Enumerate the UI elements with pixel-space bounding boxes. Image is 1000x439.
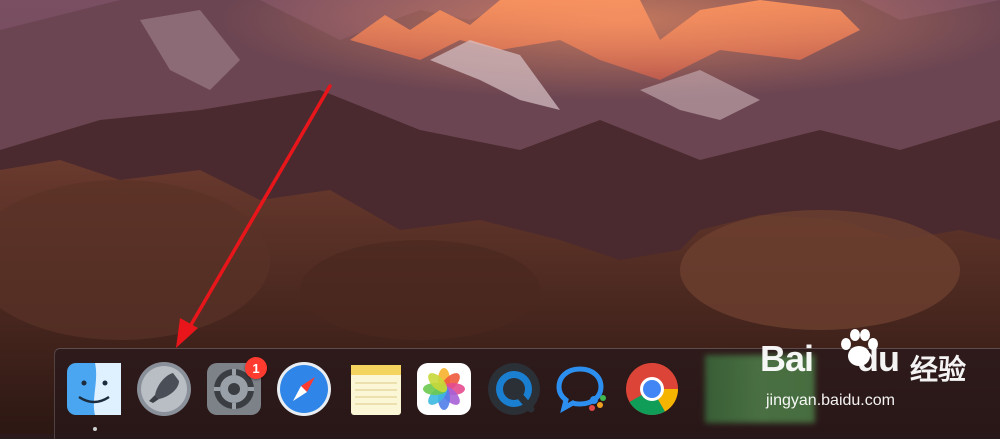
paw-logo-icon bbox=[841, 329, 878, 366]
rocket-icon bbox=[137, 362, 191, 416]
chrome-icon bbox=[626, 363, 678, 415]
dock-item-safari[interactable] bbox=[275, 359, 335, 421]
finder-icon bbox=[67, 363, 121, 415]
notification-badge: 1 bbox=[245, 357, 267, 379]
watermark-chinese-text: 经验 bbox=[910, 353, 967, 386]
photos-flower-icon bbox=[417, 363, 471, 415]
dock-item-system-preferences[interactable]: 1 bbox=[205, 357, 267, 421]
quicktime-icon bbox=[488, 363, 540, 415]
baidu-jingyan-watermark: Bai du 经验 jingyan.baidu.com bbox=[760, 322, 1000, 434]
compass-icon bbox=[277, 362, 331, 416]
dock-item-quicktime[interactable] bbox=[485, 359, 545, 421]
dock-item-finder[interactable] bbox=[65, 359, 125, 431]
dock-item-chrome[interactable] bbox=[623, 359, 683, 421]
dock-item-photos[interactable] bbox=[415, 359, 475, 421]
notes-icon bbox=[351, 365, 401, 415]
watermark-url: jingyan.baidu.com bbox=[766, 392, 895, 409]
running-indicator bbox=[93, 427, 97, 431]
dock-item-chat-app[interactable] bbox=[553, 359, 613, 421]
dock-item-launchpad[interactable] bbox=[135, 359, 195, 421]
chat-bubbles-icon bbox=[556, 366, 606, 413]
dock-item-notes[interactable] bbox=[347, 359, 407, 421]
